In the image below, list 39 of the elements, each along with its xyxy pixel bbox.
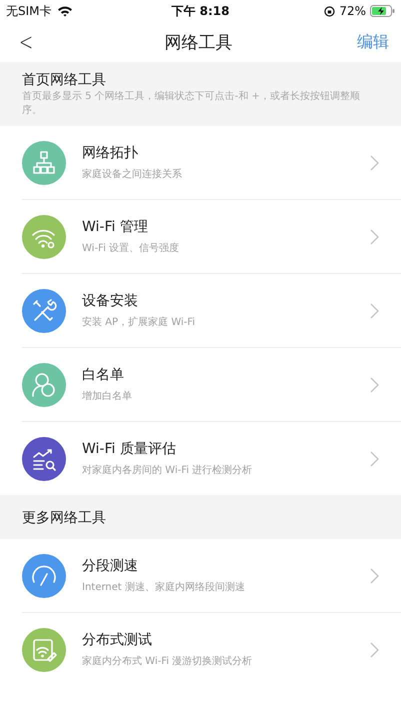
- tool-subtitle: 增加白名单: [82, 390, 133, 404]
- chevron-right-icon: [370, 642, 379, 658]
- chevron-right-icon: [370, 302, 379, 318]
- chevron-right-icon: [370, 376, 379, 392]
- section-title: 首页网络工具: [22, 71, 107, 89]
- page-title: 网络工具: [164, 32, 233, 54]
- tool-title: 网络拓扑: [82, 144, 139, 163]
- rotation-lock-icon: [324, 6, 336, 16]
- tool-row[interactable]: Wi-Fi 管理 Wi-Fi 设置、信号强度: [22, 200, 401, 274]
- chevron-right-icon: [370, 568, 379, 584]
- section-title: 更多网络工具: [22, 509, 107, 527]
- tool-row[interactable]: 白名单 增加白名单: [22, 348, 401, 422]
- clock-label: 下午 8:18: [171, 2, 230, 20]
- chevron-right-icon: [370, 450, 379, 466]
- tool-row[interactable]: 分段测速 Internet 测速、家庭内网络段间测速: [22, 539, 401, 613]
- tool-subtitle: 家庭内分布式 Wi-Fi 漫游切换测试分析: [82, 655, 254, 669]
- tool-title: 白名单: [82, 366, 125, 385]
- tool-title: Wi-Fi 管理: [82, 218, 149, 237]
- tool-subtitle: 安装 AP，扩展家庭 Wi-Fi: [82, 316, 196, 330]
- tool-title: 分布式测试: [82, 631, 153, 650]
- chevron-right-icon: [370, 154, 379, 170]
- tool-row[interactable]: 设备安装 安装 AP，扩展家庭 Wi-Fi: [22, 274, 401, 348]
- section-description: 首页最多显示 5 个网络工具，编辑状态下可点击-和 +，或者长按按钮调整顺序。: [22, 90, 361, 118]
- tool-row[interactable]: 分布式测试 家庭内分布式 Wi-Fi 漫游切换测试分析: [22, 613, 401, 686]
- tool-subtitle: 家庭设备之间连接关系: [82, 168, 183, 182]
- tool-title: Wi-Fi 质量评估: [82, 440, 177, 459]
- tool-subtitle: Internet 测速、家庭内网络段间测速: [82, 581, 246, 595]
- tool-title: 设备安装: [82, 292, 139, 311]
- wifi-icon: [56, 5, 73, 17]
- battery-charging-icon: [370, 5, 395, 17]
- tool-subtitle: Wi-Fi 设置、信号强度: [82, 242, 180, 256]
- carrier-label: 无SIM卡: [6, 2, 52, 20]
- tool-row[interactable]: 网络拓扑 家庭设备之间连接关系: [22, 126, 401, 200]
- tool-title: 分段测速: [82, 557, 139, 576]
- tool-subtitle: 对家庭内各房间的 Wi-Fi 进行检测分析: [82, 464, 254, 478]
- battery-percent: 72%: [339, 4, 366, 18]
- chevron-right-icon: [370, 228, 379, 244]
- tool-row[interactable]: Wi-Fi 质量评估 对家庭内各房间的 Wi-Fi 进行检测分析: [22, 422, 401, 495]
- back-button[interactable]: <: [16, 28, 36, 56]
